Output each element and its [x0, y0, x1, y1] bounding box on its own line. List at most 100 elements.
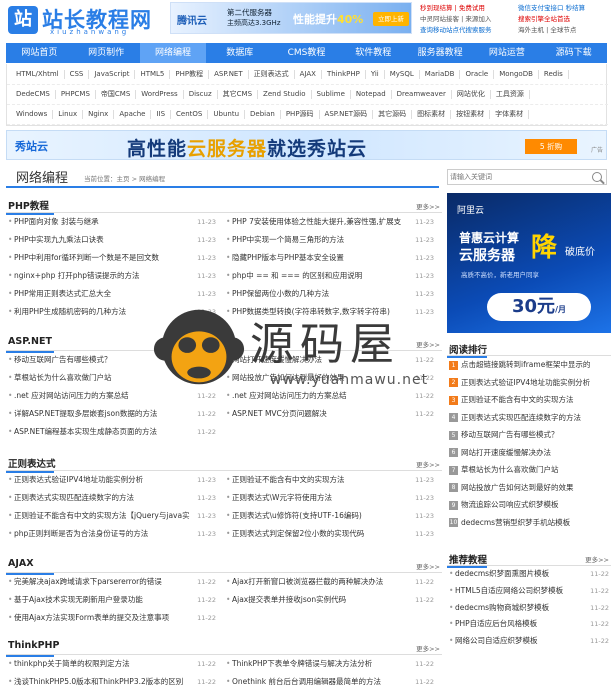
tag-link[interactable]: Windows	[11, 110, 54, 119]
list-item[interactable]: .net 应对网站访问压力的方案总结 11-22	[6, 387, 218, 405]
article-title[interactable]: .net 应对网站访问压力的方案总结	[232, 387, 347, 405]
list-item[interactable]: Ajax打开新窗口被浏览器拦截的两种解决办法 11-22	[224, 573, 436, 591]
list-item[interactable]: 正则表达式验证IPV4地址功能实例分析 11-23	[6, 471, 218, 489]
article-title[interactable]: Onethink 前台后台调用编辑器最简单的方法	[232, 673, 381, 691]
ranking-item-title[interactable]: 草根站长为什么喜欢做门户站	[461, 465, 559, 474]
recommend-item-title[interactable]: dedecms购物商城织梦模板	[455, 603, 549, 612]
block-title[interactable]: ThinkPHP	[5, 640, 59, 657]
ranking-item-title[interactable]: 点击超链接跳转到iframe框架中显示的	[461, 360, 590, 369]
nav-item[interactable]: 网站运营	[473, 43, 540, 63]
article-title[interactable]: 草根站长为什么喜欢做门户站	[14, 369, 112, 387]
list-item[interactable]: 正则表达式\u修饰符(支持UTF-16编码) 11-23	[224, 507, 436, 525]
tag-link[interactable]: HTML/Xhtml	[11, 70, 65, 79]
list-item[interactable]: .net 应对网站访问压力的方案总结 11-22	[224, 387, 436, 405]
article-title[interactable]: php中 == 和 === 的区别和应用说明	[232, 267, 362, 285]
wide-ad-banner[interactable]: 秀站云 高性能云服务器就选秀站云 5 折购 广告	[6, 130, 607, 160]
tag-link[interactable]: 其它CMS	[218, 90, 259, 99]
article-title[interactable]: PHP保留两位小数的几种方法	[232, 285, 329, 303]
tag-link[interactable]: Apache	[114, 110, 152, 119]
ranking-item[interactable]: 10 dedecms营销型织梦手机站模板	[447, 514, 611, 532]
list-item[interactable]: 正则表达式\W元字符使用方法 11-23	[224, 489, 436, 507]
tag-link[interactable]: Discuz	[184, 90, 218, 99]
list-item[interactable]: 正则表达式判定保留2位小数的实现代码 11-23	[224, 525, 436, 543]
tag-link[interactable]: CentOS	[171, 110, 209, 119]
tag-link[interactable]: ASP.NET	[209, 70, 249, 79]
tag-link[interactable]: MariaDB	[420, 70, 461, 79]
ranking-item-title[interactable]: 移动互联网广告有哪些模式？	[461, 430, 559, 439]
side-ad-banner[interactable]: 阿里云 普惠云计算 云服务器 降 破底价 高质不高价，新老用户同享 30元/月	[447, 193, 611, 333]
article-title[interactable]: 正则验证不能含有中文的实现方法	[232, 471, 345, 489]
tag-link[interactable]: 网站优化	[452, 90, 491, 99]
article-title[interactable]: 网站投放广告如何达到最好的效果	[232, 369, 345, 387]
list-item[interactable]: nginx+php 打开php错误提示的方法 11-23	[6, 267, 218, 285]
tag-link[interactable]: HTML5	[135, 70, 171, 79]
top-ad-button[interactable]: 立即上新	[373, 12, 409, 26]
list-item[interactable]: PHP中实现一个简易三角形的方法 11-23	[224, 231, 436, 249]
tag-link[interactable]: Redis	[539, 70, 569, 79]
ranking-item-title[interactable]: 正则验证不能含有中文的实现方法	[461, 395, 574, 404]
article-title[interactable]: ASP.NET编程基本实现生成静态页面的方法	[14, 423, 157, 441]
list-item[interactable]: 正则验证不能含有中文的实现方法【jQuery与java实 11-23	[6, 507, 218, 525]
article-title[interactable]: 正则表达式实现匹配连续数字的方法	[14, 489, 134, 507]
ranking-item-title[interactable]: 物流追踪公司响应式织梦模板	[461, 500, 559, 509]
list-item[interactable]: PHP数据类型转换(字符串转数字,数字转字符串) 11-23	[224, 303, 436, 321]
block-title[interactable]: ASP.NET	[6, 336, 54, 353]
text-ad-link[interactable]: 查询移动站点代搜索服务	[420, 24, 492, 34]
tag-link[interactable]: IIS	[151, 110, 172, 119]
article-title[interactable]: 完美解决ajax跨域请求下parsererror的错误	[14, 573, 162, 591]
article-title[interactable]: PHP数据类型转换(字符串转数字,数字转字符串)	[232, 303, 390, 321]
more-link[interactable]: 更多>>	[416, 339, 440, 349]
article-title[interactable]: PHP中实现一个简易三角形的方法	[232, 231, 344, 249]
list-item[interactable]: ThinkPHP下表单令牌错误与解决方法分析 11-22	[224, 655, 436, 673]
article-title[interactable]: 正则验证不能含有中文的实现方法【jQuery与java实	[14, 507, 190, 525]
recommend-item[interactable]: 网络公司自适应织梦模板 11-22	[447, 633, 611, 650]
text-ad-link[interactable]: 海外主机 | 全球节点	[518, 24, 576, 34]
list-item[interactable]: PHP 7安装使用体验之性能大提升,兼容性强,扩展支 11-23	[224, 213, 436, 231]
tag-link[interactable]: ASP.NET源码	[320, 110, 374, 119]
more-link[interactable]: 更多>>	[416, 201, 440, 211]
text-ad-link[interactable]: 搜索引擎全站首选	[518, 13, 570, 23]
block-title[interactable]: PHP教程	[6, 198, 54, 215]
article-title[interactable]: 使用Ajax方法实现Form表单的提交及注意事项	[14, 609, 169, 627]
ranking-item[interactable]: 6 网站打开速度缓慢解决办法	[447, 444, 611, 462]
site-logo[interactable]: 站 站长教程网 xiuzhanwang	[8, 4, 158, 38]
text-ad-link[interactable]: 微信支付宝接口 秒结算	[518, 2, 585, 12]
list-item[interactable]: PHP保留两位小数的几种方法 11-23	[224, 285, 436, 303]
article-title[interactable]: nginx+php 打开php错误提示的方法	[14, 267, 140, 285]
article-title[interactable]: PHP中实现九九乘法口诀表	[14, 231, 104, 249]
ranking-item[interactable]: 4 正则表达式实现匹配连续数字的方法	[447, 409, 611, 427]
article-title[interactable]: PHP面向对象 封装与继承	[14, 213, 99, 231]
list-item[interactable]: 浅谈ThinkPHP5.0版本和ThinkPHP3.2版本的区别 11-22	[6, 673, 218, 691]
nav-item[interactable]: 网络编程	[139, 43, 207, 63]
tag-link[interactable]: 正则表达式	[249, 70, 295, 79]
block-title[interactable]: 正则表达式	[6, 456, 56, 473]
list-item[interactable]: 正则表达式实现匹配连续数字的方法 11-23	[6, 489, 218, 507]
article-title[interactable]: 正则表达式判定保留2位小数的实现代码	[232, 525, 364, 543]
article-title[interactable]: 基于Ajax技术实现无刷新用户登录功能	[14, 591, 143, 609]
tag-link[interactable]: ThinkPHP	[322, 70, 366, 79]
top-ad-banner[interactable]: 腾讯云 第二代服务器 主频高达3.3GHz 性能提升40% 立即上新	[170, 2, 412, 34]
text-ad-link[interactable]: 中灵阿站接客 | 来源加入	[420, 13, 491, 23]
article-title[interactable]: ThinkPHP下表单令牌错误与解决方法分析	[232, 655, 372, 673]
tag-link[interactable]: Notepad	[351, 90, 392, 99]
tag-link[interactable]: CSS	[65, 70, 90, 79]
tag-link[interactable]: Sublime	[312, 90, 351, 99]
tag-link[interactable]: Linux	[53, 110, 84, 119]
list-item[interactable]: PHP中实现九九乘法口诀表 11-23	[6, 231, 218, 249]
list-item[interactable]: 基于Ajax技术实现无刷新用户登录功能 11-22	[6, 591, 218, 609]
article-title[interactable]: thinkphp关于简单的权限判定方法	[14, 655, 130, 673]
search-input[interactable]	[450, 171, 580, 183]
search-icon[interactable]	[592, 172, 602, 182]
recommend-item-title[interactable]: PHP自适应后台风格模板	[455, 619, 537, 628]
recommend-item[interactable]: dedecms购物商城织梦模板 11-22	[447, 600, 611, 617]
tag-link[interactable]: Yii	[366, 70, 385, 79]
article-title[interactable]: 隐藏PHP版本与PHP基本安全设置	[232, 249, 344, 267]
nav-item[interactable]: 服务器教程	[407, 43, 474, 63]
ranking-item-title[interactable]: 正则表达式验证IPV4地址功能实例分析	[461, 378, 590, 387]
list-item[interactable]: PHP中利用for循环判断一个数是不是回文数 11-23	[6, 249, 218, 267]
ranking-item[interactable]: 5 移动互联网广告有哪些模式？	[447, 426, 611, 444]
tag-link[interactable]: 帝国CMS	[96, 90, 137, 99]
article-title[interactable]: 网站打开速度缓慢解决办法	[232, 351, 322, 369]
article-title[interactable]: 详解ASP.NET提取多层嵌套json数据的方法	[14, 405, 157, 423]
list-item[interactable]: Onethink 前台后台调用编辑器最简单的方法 11-22	[224, 673, 436, 691]
